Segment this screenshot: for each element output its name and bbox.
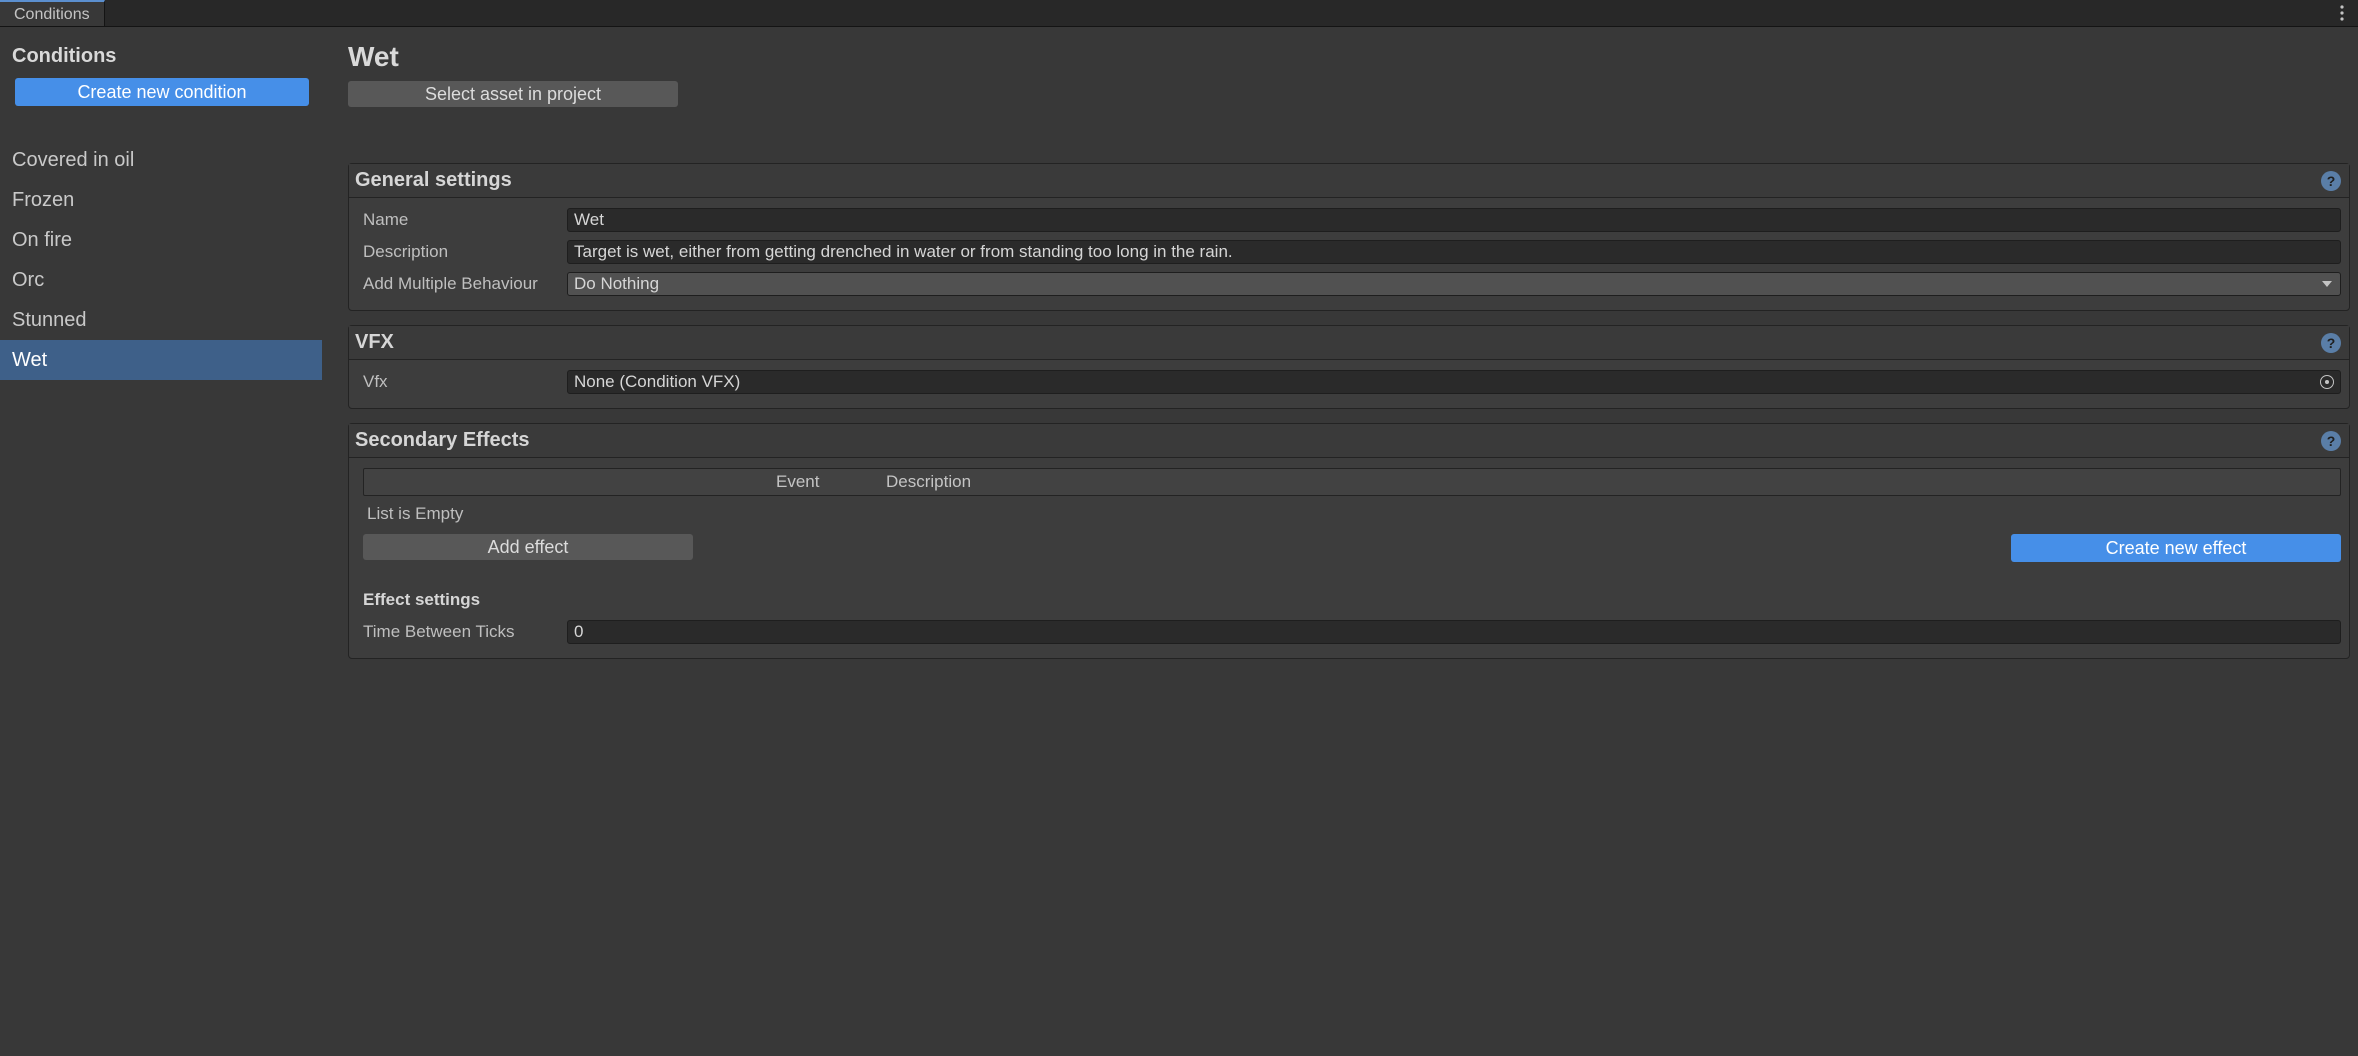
effects-table-header: Event Description	[363, 468, 2341, 496]
empty-list-message: List is Empty	[367, 504, 2341, 524]
field-label: Time Between Ticks	[363, 622, 567, 642]
panel-title: Secondary Effects	[355, 429, 530, 452]
panel-title: General settings	[355, 169, 512, 192]
description-input[interactable]: Target is wet, either from getting drenc…	[567, 240, 2341, 264]
field-description: Description Target is wet, either from g…	[363, 240, 2341, 264]
condition-item[interactable]: Wet	[0, 340, 322, 380]
panel-title: VFX	[355, 331, 394, 354]
vfx-object-field[interactable]: None (Condition VFX)	[567, 370, 2341, 394]
panel-body: Event Description List is Empty Add effe…	[349, 458, 2349, 658]
field-vfx: Vfx None (Condition VFX)	[363, 370, 2341, 394]
tab-conditions[interactable]: Conditions	[0, 0, 105, 26]
sidebar-title: Conditions	[0, 41, 322, 78]
tab-label: Conditions	[14, 6, 90, 24]
button-label: Create new condition	[77, 82, 246, 103]
effect-actions: Add effect Create new effect	[363, 534, 2341, 562]
panel-body: Vfx None (Condition VFX)	[349, 360, 2349, 408]
field-value: None (Condition VFX)	[574, 372, 740, 392]
field-label: Vfx	[363, 372, 567, 392]
add-multiple-dropdown[interactable]: Do Nothing	[567, 272, 2341, 296]
page-title: Wet	[348, 41, 2350, 73]
field-value: 0	[574, 622, 583, 642]
create-effect-button[interactable]: Create new effect	[2011, 534, 2341, 562]
main-panel: Wet Select asset in project General sett…	[322, 27, 2358, 1056]
editor-window: Conditions Conditions Create new conditi…	[0, 0, 2358, 1056]
select-asset-button[interactable]: Select asset in project	[348, 81, 678, 107]
add-effect-button[interactable]: Add effect	[363, 534, 693, 560]
panel-header: VFX ?	[349, 326, 2349, 360]
button-label: Create new effect	[2106, 538, 2247, 559]
name-input[interactable]: Wet	[567, 208, 2341, 232]
chevron-down-icon	[2322, 281, 2332, 287]
column-event: Event	[776, 472, 886, 492]
button-label: Select asset in project	[425, 84, 601, 105]
condition-item[interactable]: On fire	[0, 220, 322, 260]
tab-bar: Conditions	[0, 0, 2358, 27]
field-add-multiple-behaviour: Add Multiple Behaviour Do Nothing	[363, 272, 2341, 296]
field-name: Name Wet	[363, 208, 2341, 232]
panel-general-settings: General settings ? Name Wet Description …	[348, 163, 2350, 311]
field-label: Add Multiple Behaviour	[363, 274, 567, 294]
effect-settings-header: Effect settings	[363, 590, 2341, 610]
create-condition-button[interactable]: Create new condition	[15, 78, 309, 106]
kebab-icon	[2340, 5, 2344, 21]
button-label: Add effect	[488, 537, 569, 558]
field-value: Do Nothing	[574, 274, 659, 294]
condition-item[interactable]: Frozen	[0, 180, 322, 220]
help-icon[interactable]: ?	[2321, 171, 2341, 191]
panel-vfx: VFX ? Vfx None (Condition VFX)	[348, 325, 2350, 409]
field-label: Name	[363, 210, 567, 230]
panel-header: General settings ?	[349, 164, 2349, 198]
field-value: Wet	[574, 210, 604, 230]
sidebar: Conditions Create new condition Covered …	[0, 27, 322, 1056]
condition-item[interactable]: Covered in oil	[0, 140, 322, 180]
panel-body: Name Wet Description Target is wet, eith…	[349, 198, 2349, 310]
condition-list: Covered in oilFrozenOn fireOrcStunnedWet	[0, 140, 322, 380]
window-menu-button[interactable]	[2332, 0, 2352, 26]
field-time-between-ticks: Time Between Ticks 0	[363, 620, 2341, 644]
panel-secondary-effects: Secondary Effects ? Event Description Li…	[348, 423, 2350, 659]
help-icon[interactable]: ?	[2321, 431, 2341, 451]
help-icon[interactable]: ?	[2321, 333, 2341, 353]
panel-header: Secondary Effects ?	[349, 424, 2349, 458]
field-label: Description	[363, 242, 567, 262]
field-value: Target is wet, either from getting drenc…	[574, 242, 1233, 262]
condition-item[interactable]: Orc	[0, 260, 322, 300]
time-between-ticks-input[interactable]: 0	[567, 620, 2341, 644]
object-picker-icon[interactable]	[2320, 375, 2334, 389]
condition-item[interactable]: Stunned	[0, 300, 322, 340]
column-description: Description	[886, 472, 971, 492]
window-body: Conditions Create new condition Covered …	[0, 27, 2358, 1056]
